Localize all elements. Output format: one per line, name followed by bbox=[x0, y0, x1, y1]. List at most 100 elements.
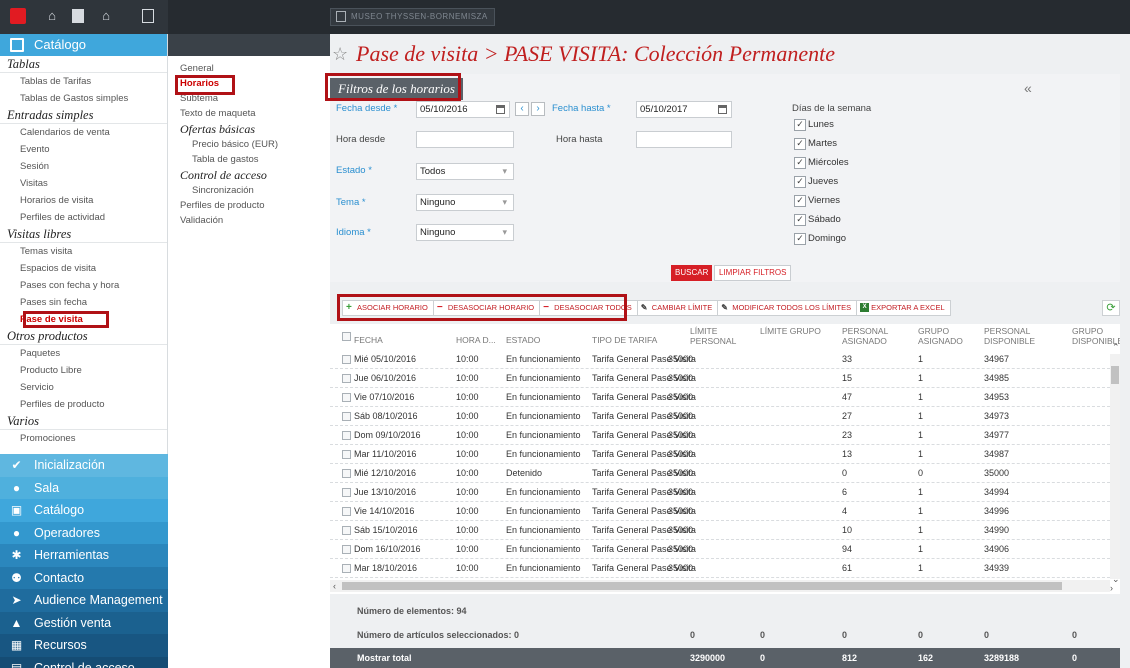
nav-item-temas-visita[interactable]: Temas visita bbox=[0, 243, 167, 260]
subnav-horarios[interactable]: Horarios bbox=[168, 76, 330, 91]
checkbox-martes[interactable]: Martes bbox=[794, 137, 837, 151]
venue-selector[interactable]: MUSEO THYSSEN-BORNEMISZA bbox=[330, 8, 495, 26]
menu-herramientas[interactable]: ✱ Herramientas bbox=[0, 544, 168, 567]
select-all-checkbox[interactable] bbox=[342, 332, 351, 341]
tema-select[interactable]: Ninguno bbox=[416, 194, 514, 211]
table-row[interactable]: Vie 07/10/2016 10:00 En funcionamiento Tari… bbox=[330, 388, 1110, 407]
hora-hasta-input[interactable] bbox=[636, 131, 732, 148]
modificar-limites-button[interactable]: ✎ MODIFICAR TODOS LOS LÍMITES bbox=[718, 301, 858, 315]
estado-select[interactable]: Todos bbox=[416, 163, 514, 180]
subnav-general[interactable]: General bbox=[168, 61, 330, 76]
home-icon[interactable]: ⌂ bbox=[98, 8, 114, 24]
cambiar-limite-button[interactable]: ✎ CAMBIAR LÍMITE bbox=[638, 301, 719, 315]
limpiar-filtros-button[interactable]: LIMPIAR FILTROS bbox=[714, 265, 792, 281]
nav-item-pases-con-fecha-y-hora[interactable]: Pases con fecha y hora bbox=[0, 277, 167, 294]
table-row[interactable]: Mar 11/10/2016 10:00 En funcionamiento Tari… bbox=[330, 445, 1110, 464]
menu-gestion-venta[interactable]: ▲ Gestión venta bbox=[0, 611, 168, 634]
menu-sala[interactable]: ● Sala bbox=[0, 476, 168, 499]
checkbox-domingo[interactable]: Domingo bbox=[794, 232, 846, 246]
row-checkbox[interactable] bbox=[342, 507, 351, 516]
scroll-down-icon[interactable]: ⌄ bbox=[1112, 574, 1120, 585]
idioma-select[interactable]: Ninguno bbox=[416, 224, 514, 241]
row-checkbox[interactable] bbox=[342, 545, 351, 554]
menu-contacto[interactable]: ⚉ Contacto bbox=[0, 566, 168, 589]
desasociar-todos-button[interactable]: − DESASOCIAR TODOS bbox=[540, 301, 638, 315]
calendar-icon[interactable] bbox=[718, 105, 727, 114]
nav-item-calendarios-de-venta[interactable]: Calendarios de venta bbox=[0, 124, 167, 141]
desasociar-horario-button[interactable]: − DESASOCIAR HORARIO bbox=[434, 301, 541, 315]
nav-item-producto-libre[interactable]: Producto Libre bbox=[0, 362, 167, 379]
asociar-horario-button[interactable]: + ASOCIAR HORARIO bbox=[343, 301, 434, 315]
row-checkbox[interactable] bbox=[342, 374, 351, 383]
subnav-texto-maqueta[interactable]: Texto de maqueta bbox=[168, 106, 330, 121]
hora-desde-input[interactable] bbox=[416, 131, 514, 148]
checkbox-miercoles[interactable]: Miércoles bbox=[794, 156, 849, 170]
horizontal-scrollbar[interactable] bbox=[330, 580, 1110, 592]
menu-recursos[interactable]: ▦ Recursos bbox=[0, 634, 168, 657]
row-checkbox[interactable] bbox=[342, 450, 351, 459]
row-checkbox[interactable] bbox=[342, 564, 351, 573]
nav-item-tablas-de-tarifas[interactable]: Tablas de Tarifas bbox=[0, 73, 167, 90]
checkbox-jueves[interactable]: Jueves bbox=[794, 175, 838, 189]
row-checkbox[interactable] bbox=[342, 431, 351, 440]
calculator-icon[interactable] bbox=[142, 9, 154, 23]
table-row[interactable]: Dom 09/10/2016 10:00 En funcionamiento Tari… bbox=[330, 426, 1110, 445]
table-row[interactable]: Sáb 08/10/2016 10:00 En funcionamiento Tari… bbox=[330, 407, 1110, 426]
subnav-sincronizacion[interactable]: Sincronización bbox=[168, 183, 330, 198]
scroll-right-icon[interactable]: › bbox=[1110, 583, 1113, 593]
fecha-desde-input[interactable]: 05/10/2016 bbox=[416, 101, 510, 118]
subnav-perfiles-producto[interactable]: Perfiles de producto bbox=[168, 198, 330, 213]
next-date-button[interactable]: › bbox=[531, 102, 545, 116]
nav-item-promociones[interactable]: Promociones bbox=[0, 430, 167, 447]
nav-item-visitas[interactable]: Visitas bbox=[0, 175, 167, 192]
exportar-excel-button[interactable]: X EXPORTAR A EXCEL bbox=[857, 301, 950, 315]
nav-item-espacios-de-visita[interactable]: Espacios de visita bbox=[0, 260, 167, 277]
nav-item-horarios-de-visita[interactable]: Horarios de visita bbox=[0, 192, 167, 209]
checkbox-viernes[interactable]: Viernes bbox=[794, 194, 840, 208]
building-icon[interactable]: ⌂ bbox=[44, 8, 60, 24]
table-row[interactable]: Dom 16/10/2016 10:00 En funcionamiento Tari… bbox=[330, 540, 1110, 559]
nav-item-pases-sin-fecha[interactable]: Pases sin fecha bbox=[0, 294, 167, 311]
nav-item-perfiles-de-actividad[interactable]: Perfiles de actividad bbox=[0, 209, 167, 226]
row-checkbox[interactable] bbox=[342, 355, 351, 364]
catalog-header[interactable]: Catálogo bbox=[0, 34, 167, 56]
column-header-limite-personal[interactable]: LÍMITE PERSONAL bbox=[690, 326, 756, 352]
subnav-subtema[interactable]: Subtema bbox=[168, 91, 330, 106]
checkbox-lunes[interactable]: Lunes bbox=[794, 118, 834, 132]
subnav-tabla-gastos[interactable]: Tabla de gastos bbox=[168, 152, 330, 167]
nav-item-sesion[interactable]: Sesión bbox=[0, 158, 167, 175]
menu-inicializacion[interactable]: ✔ Inicialización bbox=[0, 454, 168, 477]
menu-catalogo[interactable]: ▣ Catálogo bbox=[0, 499, 168, 522]
nav-item-perfiles-de-producto[interactable]: Perfiles de producto bbox=[0, 396, 167, 413]
stop-icon[interactable] bbox=[10, 8, 26, 24]
collapse-filters-icon[interactable]: « bbox=[1024, 80, 1032, 96]
table-row[interactable]: Mié 05/10/2016 10:00 En funcionamiento Tari… bbox=[330, 350, 1110, 369]
row-checkbox[interactable] bbox=[342, 488, 351, 497]
vertical-scrollbar[interactable] bbox=[1110, 354, 1120, 579]
subnav-precio-basico[interactable]: Precio básico (EUR) bbox=[168, 137, 330, 152]
row-checkbox[interactable] bbox=[342, 469, 351, 478]
table-row[interactable]: Sáb 15/10/2016 10:00 En funcionamiento Tari… bbox=[330, 521, 1110, 540]
previous-date-button[interactable]: ‹ bbox=[515, 102, 529, 116]
table-row[interactable]: Vie 14/10/2016 10:00 En funcionamiento Tari… bbox=[330, 502, 1110, 521]
table-row[interactable]: Mar 18/10/2016 10:00 En funcionamiento Tari… bbox=[330, 559, 1110, 578]
row-checkbox[interactable] bbox=[342, 412, 351, 421]
document-icon[interactable] bbox=[72, 9, 84, 23]
menu-operadores[interactable]: ● Operadores bbox=[0, 521, 168, 544]
nav-item-paquetes[interactable]: Paquetes bbox=[0, 345, 167, 362]
nav-item-pase-de-visita[interactable]: Pase de visita bbox=[0, 311, 167, 328]
checkbox-sabado[interactable]: Sábado bbox=[794, 213, 841, 227]
calendar-icon[interactable] bbox=[496, 105, 505, 114]
scroll-up-icon[interactable]: ⌃ bbox=[1112, 342, 1120, 353]
refresh-icon[interactable]: ⟳ bbox=[1102, 300, 1120, 316]
column-header-personal-asignado[interactable]: PERSONAL ASIGNADO bbox=[842, 326, 914, 352]
row-checkbox[interactable] bbox=[342, 393, 351, 402]
subnav-validacion[interactable]: Validación bbox=[168, 213, 330, 228]
fecha-hasta-input[interactable]: 05/10/2017 bbox=[636, 101, 732, 118]
nav-item-servicio[interactable]: Servicio bbox=[0, 379, 167, 396]
nav-item-evento[interactable]: Evento bbox=[0, 141, 167, 158]
column-header-personal-disponible[interactable]: PERSONAL DISPONIBLE bbox=[984, 326, 1068, 352]
buscar-button[interactable]: BUSCAR bbox=[671, 265, 713, 281]
favorite-star-icon[interactable]: ☆ bbox=[332, 38, 348, 70]
table-row[interactable]: Jue 06/10/2016 10:00 En funcionamiento Tari… bbox=[330, 369, 1110, 388]
